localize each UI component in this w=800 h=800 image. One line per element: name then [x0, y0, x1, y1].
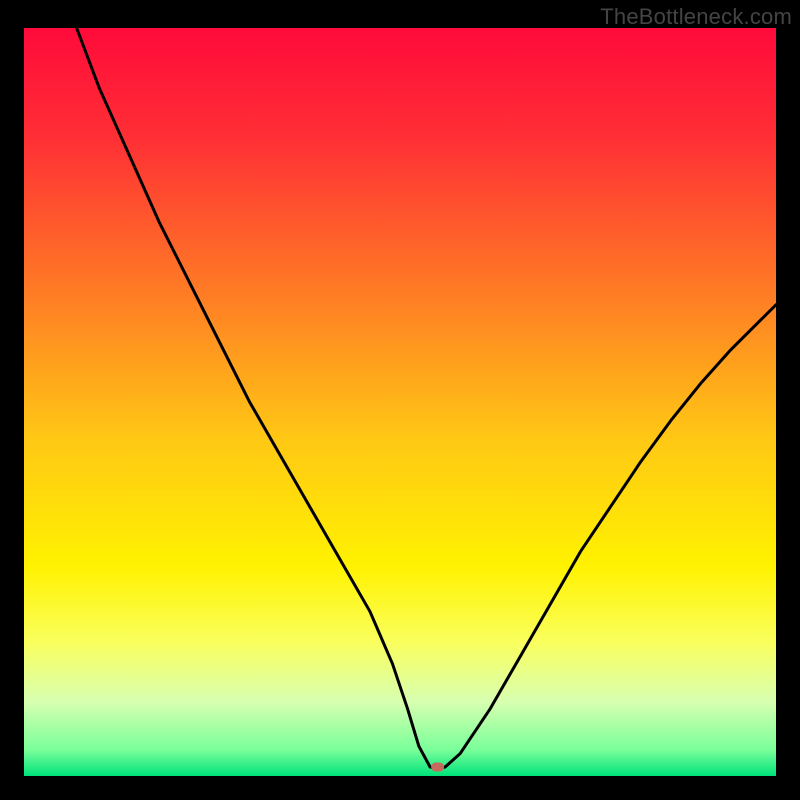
- watermark-text: TheBottleneck.com: [600, 4, 792, 30]
- min-point-marker: [431, 763, 444, 772]
- gradient-background: [24, 28, 776, 776]
- chart-container: TheBottleneck.com: [0, 0, 800, 800]
- plot-area: [24, 28, 776, 776]
- chart-svg: [24, 28, 776, 776]
